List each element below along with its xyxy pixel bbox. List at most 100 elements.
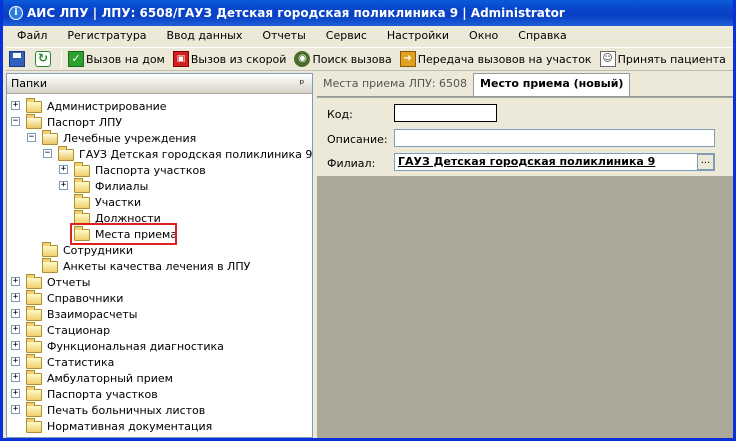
checkmark-icon: ✓	[68, 51, 84, 67]
accept-patient-label: Принять пациента	[617, 52, 726, 66]
folder-icon	[26, 418, 42, 433]
main-window: i АИС ЛПУ | ЛПУ: 6508/ГАУЗ Детская город…	[0, 0, 736, 441]
save-button[interactable]	[6, 48, 30, 70]
expand-icon[interactable]: +	[11, 389, 20, 398]
collapse-icon[interactable]: −	[27, 133, 36, 142]
tree-item-label: Лечебные учреждения	[63, 131, 197, 145]
menu-file[interactable]: Файл	[6, 26, 56, 46]
tree-item[interactable]: Сотрудники	[7, 242, 312, 258]
tree-item[interactable]: Нормативная документация	[7, 418, 312, 434]
collapse-icon[interactable]: −	[43, 149, 52, 158]
content-panel: Места приема ЛПУ: 6508 Место приема (нов…	[317, 73, 733, 438]
transfer-calls-button[interactable]: ➜ Передача вызовов на участок	[397, 48, 595, 70]
menu-service[interactable]: Сервис	[315, 26, 376, 46]
folder-icon	[74, 162, 90, 177]
tree-item-label: Паспорта участков	[47, 387, 158, 401]
tree-item[interactable]: + Печать больничных листов	[7, 402, 312, 418]
folder-icon	[26, 386, 42, 401]
tree-item-label: Паспорта участков	[95, 163, 206, 177]
folder-icon	[26, 98, 42, 113]
ambulance-icon: ▣	[172, 51, 189, 67]
branch-field[interactable]: ГАУЗ Детская городская поликлиника 9	[394, 153, 715, 171]
menu-reports[interactable]: Отчеты	[251, 26, 314, 46]
tree-item-label: Отчеты	[47, 275, 91, 289]
tree-item-label: Амбулаторный прием	[47, 371, 173, 385]
expand-icon[interactable]: +	[11, 357, 20, 366]
tree-item-label: Участки	[95, 195, 142, 209]
tree-item[interactable]: − Лечебные учреждения	[7, 130, 312, 146]
menu-data-entry[interactable]: Ввод данных	[156, 26, 252, 46]
tree-item[interactable]: + Статистика	[7, 354, 312, 370]
menu-help[interactable]: Справка	[507, 26, 575, 46]
tree-item[interactable]: + Администрирование	[7, 98, 312, 114]
expand-icon[interactable]: +	[11, 405, 20, 414]
call-ambulance-button[interactable]: ▣ Вызов из скорой	[170, 48, 290, 70]
call-home-button[interactable]: ✓ Вызов на дом	[65, 48, 168, 70]
tree-item-label: Анкеты качества лечения в ЛПУ	[63, 259, 251, 273]
tree-item[interactable]: + Филиалы	[7, 178, 312, 194]
menu-window[interactable]: Окно	[458, 26, 507, 46]
expand-icon[interactable]: +	[11, 277, 20, 286]
menu-bar: Файл Регистратура Ввод данных Отчеты Сер…	[6, 26, 733, 46]
toolbar-separator	[61, 50, 62, 68]
tree-item[interactable]: + Паспорта участков	[7, 162, 312, 178]
folder-icon	[26, 338, 42, 353]
tree-item[interactable]: − ГАУЗ Детская городская поликлиника 9	[7, 146, 312, 162]
call-ambulance-label: Вызов из скорой	[190, 52, 287, 66]
folder-icon	[42, 242, 58, 257]
branch-browse-button[interactable]: ...	[697, 154, 714, 170]
description-field[interactable]	[394, 129, 715, 147]
folders-panel: Папки ᵖ + Администрирование − Паспорт ЛПУ − Л…	[6, 73, 313, 438]
expand-icon[interactable]: +	[11, 101, 20, 110]
pin-icon[interactable]: ᵖ	[296, 77, 308, 90]
expand-icon[interactable]: +	[11, 293, 20, 302]
tree-item-label: Администрирование	[47, 99, 167, 113]
call-home-label: Вызов на дом	[86, 52, 165, 66]
folder-icon	[26, 322, 42, 337]
tree-item[interactable]: Участки	[7, 194, 312, 210]
folder-icon	[42, 130, 58, 145]
tree-item[interactable]: + Паспорта участков	[7, 386, 312, 402]
tree-item[interactable]: + Справочники	[7, 290, 312, 306]
refresh-icon: ↻	[35, 51, 51, 67]
tree-item-label: Статистика	[47, 355, 115, 369]
expand-icon[interactable]: +	[11, 325, 20, 334]
tree-item[interactable]: + Функциональная диагностика	[7, 338, 312, 354]
branch-value: ГАУЗ Детская городская поликлиника 9	[398, 155, 656, 168]
tree-item[interactable]: Места приема	[7, 223, 312, 245]
tree-item[interactable]: + Стационар	[7, 322, 312, 338]
accept-patient-button[interactable]: ☺ Принять пациента	[597, 48, 729, 70]
tree-item[interactable]: + Взаиморасчеты	[7, 306, 312, 322]
search-call-button[interactable]: ◉ Поиск вызова	[291, 48, 394, 70]
collapse-icon[interactable]: −	[11, 117, 20, 126]
transfer-calls-label: Передача вызовов на участок	[417, 52, 592, 66]
tree-item[interactable]: + Отчеты	[7, 274, 312, 290]
expand-icon[interactable]: +	[59, 181, 68, 190]
tree-item[interactable]: + Амбулаторный прием	[7, 370, 312, 386]
tab-places-list[interactable]: Места приема ЛПУ: 6508	[317, 74, 474, 96]
description-label: Описание:	[327, 133, 388, 146]
folder-icon	[26, 402, 42, 417]
toolbar: ↻ ✓ Вызов на дом ▣ Вызов из скорой ◉ Поиск …	[6, 47, 733, 71]
folder-icon	[26, 354, 42, 369]
tree-item[interactable]: Анкеты качества лечения в ЛПУ	[7, 258, 312, 274]
tree-item[interactable]: − Паспорт ЛПУ	[7, 114, 312, 130]
expand-icon[interactable]: +	[11, 341, 20, 350]
tab-new-place[interactable]: Место приема (новый)	[473, 73, 631, 96]
search-call-label: Поиск вызова	[312, 52, 392, 66]
refresh-button[interactable]: ↻	[32, 48, 56, 70]
menu-registry[interactable]: Регистратура	[56, 26, 155, 46]
tree-item-label: Стационар	[47, 323, 111, 337]
folder-icon	[74, 178, 90, 193]
expand-icon[interactable]: +	[59, 165, 68, 174]
expand-icon[interactable]: +	[11, 309, 20, 318]
title-bar: i АИС ЛПУ | ЛПУ: 6508/ГАУЗ Детская город…	[3, 0, 733, 26]
expand-icon[interactable]: +	[11, 373, 20, 382]
tree-item-label: Паспорт ЛПУ	[47, 115, 123, 129]
patient-icon: ☺	[599, 51, 616, 67]
menu-settings[interactable]: Настройки	[376, 26, 458, 46]
folder-icon	[26, 114, 42, 129]
save-icon	[9, 51, 25, 67]
tree-item-label: Сотрудники	[63, 243, 134, 257]
code-field[interactable]	[394, 104, 497, 122]
